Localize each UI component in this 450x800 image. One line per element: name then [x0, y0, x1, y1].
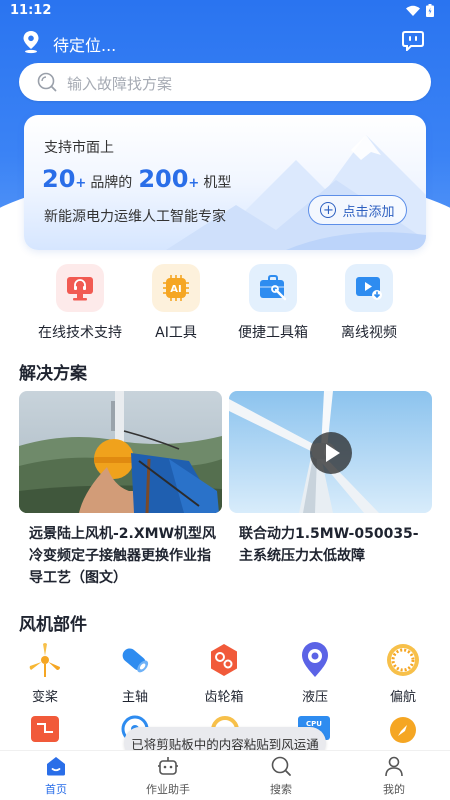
tab-label: 作业助手 [146, 783, 190, 796]
status-time: 11:12 [10, 3, 52, 18]
part-item[interactable]: 变桨 [10, 642, 80, 705]
svg-text:AI: AI [170, 284, 181, 295]
quick-label: 便捷工具箱 [238, 325, 308, 341]
tab-label: 首页 [45, 783, 67, 796]
part-item[interactable]: 偏航 [368, 642, 438, 705]
models-count: 200 [138, 165, 189, 193]
section-title-parts: 风机部件 [19, 615, 87, 635]
search-icon [37, 72, 57, 92]
solution-card-title: 联合动力1.5MW-050035-主系统压力太低故障 [239, 526, 419, 564]
parts-grid: 变桨 主轴 齿轮箱 液压 偏航 [0, 642, 450, 712]
toolbox-icon [249, 264, 297, 312]
circuit-board-icon[interactable] [27, 714, 63, 744]
models-label: 机型 [203, 175, 232, 191]
tab-search[interactable]: 搜索 [236, 755, 326, 797]
headset-monitor-icon [56, 264, 104, 312]
shaft-icon [122, 648, 149, 673]
part-label: 主轴 [121, 690, 148, 705]
banner-stats: 20 + 品牌的 200 + 机型 [42, 165, 231, 193]
ai-icon: AI [152, 264, 200, 312]
brands-label: 品牌的 [90, 175, 133, 191]
brands-count: 20 [42, 165, 76, 193]
hydraulic-icon [302, 642, 328, 677]
add-model-button[interactable]: + 点击添加 [308, 195, 407, 225]
wifi-icon [406, 5, 420, 20]
part-label: 齿轮箱 [204, 690, 244, 705]
part-label: 变桨 [31, 690, 58, 705]
search-placeholder: 输入故障找方案 [67, 75, 173, 93]
robot-icon [158, 757, 178, 775]
tab-home[interactable]: 首页 [11, 755, 101, 797]
quick-actions: 在线技术支持 AI AI工具 便捷工具箱 离线视频 [0, 264, 450, 344]
play-icon[interactable] [309, 431, 353, 475]
part-item[interactable]: 主轴 [100, 642, 170, 705]
bottom-tab-bar: 首页 作业助手 搜索 我的 [0, 750, 450, 800]
banner-line1: 支持市面上 [44, 140, 114, 156]
tab-profile[interactable]: 我的 [349, 755, 439, 797]
yaw-bearing-icon [387, 644, 419, 676]
quick-online-support[interactable]: 在线技术支持 [32, 264, 128, 342]
solution-card-image [19, 391, 222, 513]
tab-label: 我的 [383, 783, 405, 796]
compass-icon[interactable] [385, 714, 421, 744]
part-item[interactable]: 齿轮箱 [189, 642, 259, 705]
quick-toolbox[interactable]: 便捷工具箱 [225, 264, 321, 342]
header: 待定位... [0, 28, 450, 58]
section-title-solutions: 解决方案 [19, 364, 87, 384]
tab-work-assistant[interactable]: 作业助手 [123, 755, 213, 797]
video-download-icon [345, 264, 393, 312]
solution-card[interactable]: 联合动力1.5MW-050035-主系统压力太低故障 [229, 391, 432, 591]
part-label: 液压 [301, 690, 328, 705]
home-icon [47, 757, 65, 776]
gearbox-icon [211, 644, 237, 676]
battery-icon [426, 4, 434, 21]
quick-label: AI工具 [155, 325, 197, 341]
quick-offline-video[interactable]: 离线视频 [321, 264, 417, 342]
models-plus: + [188, 176, 200, 191]
search-icon [271, 756, 291, 776]
plus-circle-icon: + [320, 202, 337, 218]
status-bar: 11:12 [0, 0, 450, 22]
location-icon[interactable] [22, 30, 40, 54]
solution-card-title: 远景陆上风机-2.XMW机型风冷变频定子接触器更换作业指导工艺（图文） [29, 526, 217, 586]
blade-icon [29, 643, 60, 677]
search-bar[interactable]: 输入故障找方案 [19, 63, 431, 101]
message-icon[interactable] [402, 31, 424, 51]
solution-card-image [229, 391, 432, 513]
quick-label: 离线视频 [341, 325, 397, 341]
location-text[interactable]: 待定位... [53, 32, 116, 56]
tab-label: 搜索 [270, 783, 292, 796]
user-icon [385, 756, 403, 777]
solution-card[interactable]: 远景陆上风机-2.XMW机型风冷变频定子接触器更换作业指导工艺（图文） [19, 391, 222, 591]
part-item[interactable]: 液压 [280, 642, 350, 705]
add-button-label: 点击添加 [342, 204, 395, 220]
part-label: 偏航 [389, 690, 416, 705]
promo-banner: 支持市面上 20 + 品牌的 200 + 机型 新能源电力运维人工智能专家 + … [24, 115, 426, 250]
quick-label: 在线技术支持 [38, 325, 122, 341]
quick-ai-tools[interactable]: AI AI工具 [128, 264, 224, 342]
brands-plus: + [75, 176, 87, 191]
banner-slogan: 新能源电力运维人工智能专家 [44, 209, 226, 225]
